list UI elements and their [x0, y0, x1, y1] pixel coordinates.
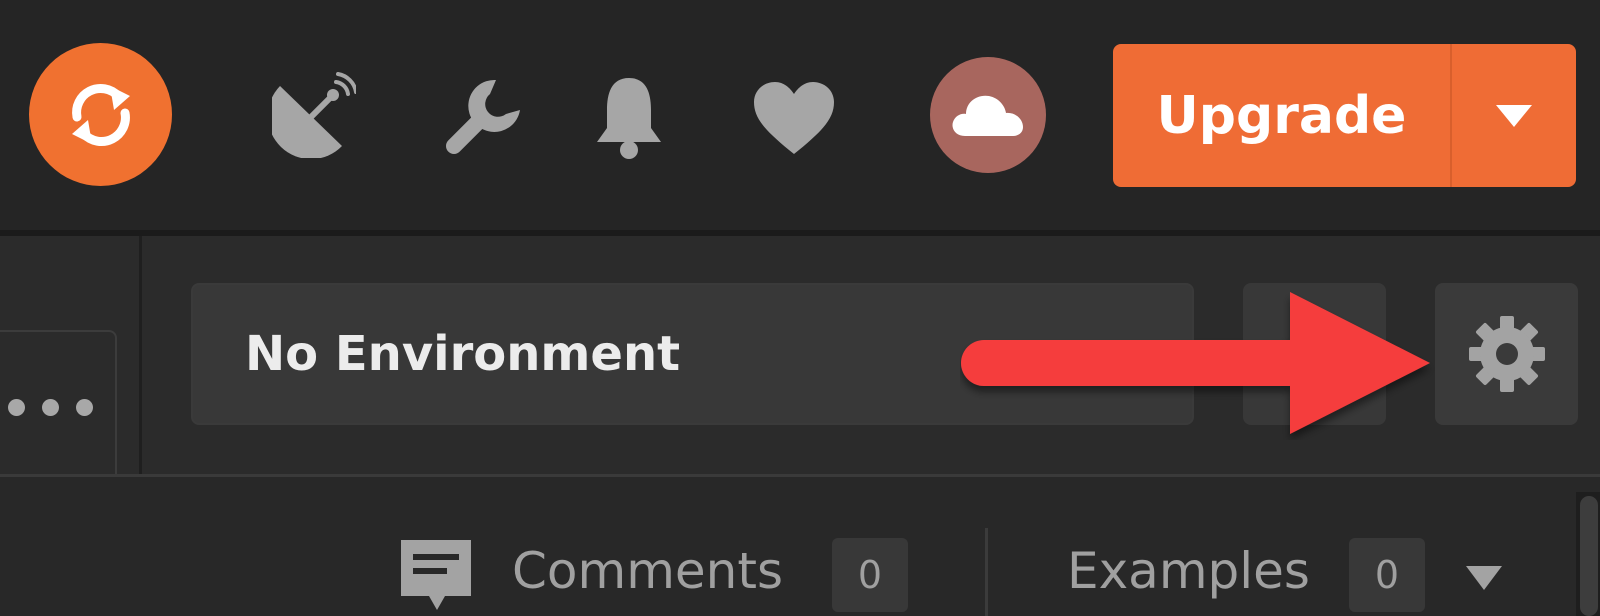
upgrade-button[interactable]: Upgrade [1113, 44, 1450, 187]
toolbar-separator [985, 528, 988, 616]
environment-selected-label: No Environment [245, 326, 681, 382]
bell-icon [597, 78, 661, 159]
annotation-arrow [961, 292, 1430, 434]
caret-down-icon [1496, 104, 1532, 127]
account-avatar[interactable] [930, 57, 1046, 173]
sync-icon [71, 83, 130, 146]
cloud-icon [952, 95, 1023, 136]
upgrade-dropdown-button[interactable] [1452, 44, 1576, 187]
heart-icon [754, 82, 834, 154]
tabs-divider [139, 236, 142, 476]
notifications-button[interactable] [595, 74, 663, 160]
upgrade-button-group: Upgrade [1113, 44, 1576, 187]
comments-tab-label[interactable]: Comments [512, 546, 783, 596]
wrench-icon [446, 79, 520, 154]
favorites-button[interactable] [754, 82, 834, 156]
examples-tab-label[interactable]: Examples [1067, 546, 1310, 596]
gear-icon [1468, 316, 1545, 392]
more-dots-icon [8, 398, 25, 416]
interceptor-icon [272, 72, 356, 158]
examples-count-badge: 0 [1349, 538, 1425, 612]
examples-dropdown-icon[interactable] [1462, 560, 1506, 596]
more-dot [76, 398, 93, 416]
manage-environments-button[interactable] [1435, 283, 1578, 425]
comments-count-badge: 0 [832, 538, 908, 612]
scrollbar-thumb[interactable] [1580, 496, 1598, 616]
settings-wrench-button[interactable] [444, 76, 524, 156]
more-dot [42, 398, 59, 416]
comments-icon [401, 540, 471, 610]
tab-more-button[interactable] [8, 392, 93, 422]
sync-button[interactable] [29, 43, 172, 186]
interceptor-button[interactable] [272, 72, 356, 158]
